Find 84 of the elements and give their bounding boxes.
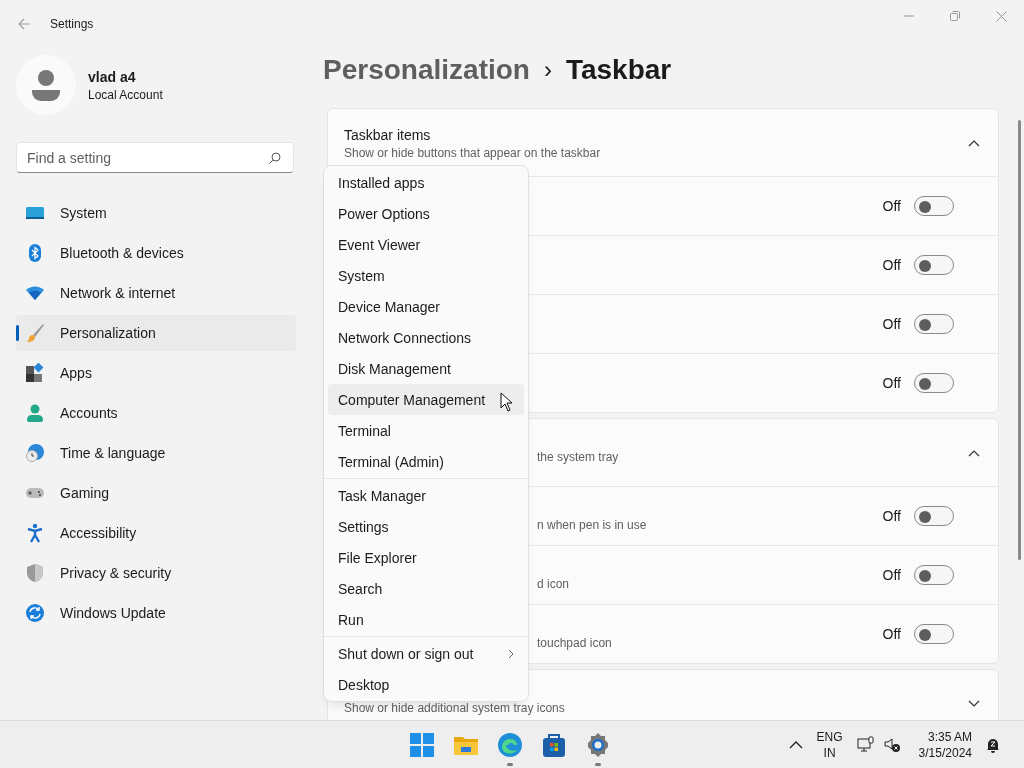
chevron-up-icon[interactable] xyxy=(968,138,980,147)
sidebar-item[interactable]: Accessibility xyxy=(16,515,296,551)
toggle-switch[interactable] xyxy=(914,624,954,644)
sidebar-item[interactable]: Windows Update xyxy=(16,595,296,631)
toggle-switch[interactable] xyxy=(914,255,954,275)
store-bag-icon xyxy=(541,732,567,758)
menu-item[interactable]: Disk Management xyxy=(328,353,524,384)
speaker-muted-icon[interactable] xyxy=(882,735,901,754)
close-icon xyxy=(995,10,1007,22)
menu-item[interactable]: Network Connections xyxy=(328,322,524,353)
menu-item[interactable]: Terminal (Admin) xyxy=(328,446,524,477)
account-name: vlad a4 xyxy=(88,68,137,85)
chevron-up-icon[interactable] xyxy=(968,448,980,457)
toggle-state: Off xyxy=(882,508,901,524)
menu-item[interactable]: File Explorer xyxy=(328,542,524,573)
scrollbar[interactable] xyxy=(1018,120,1021,560)
start-button xyxy=(409,732,435,758)
menu-item[interactable]: Shut down or sign out xyxy=(328,638,524,669)
apps-grid-icon xyxy=(25,363,45,383)
breadcrumb-separator: › xyxy=(543,56,552,84)
section-description: Show or hide buttons that appear on the taskbar xyxy=(344,146,602,160)
menu-item[interactable]: Computer Management xyxy=(328,384,524,415)
window-title: Settings xyxy=(50,17,94,31)
sidebar-item[interactable]: Gaming xyxy=(16,475,296,511)
globe-clock-icon xyxy=(25,443,45,463)
restore-icon xyxy=(950,11,960,21)
network-icon[interactable] xyxy=(856,735,875,754)
menu-item[interactable]: Settings xyxy=(328,511,524,542)
toggle-state: Off xyxy=(882,375,901,391)
menu-item[interactable]: Device Manager xyxy=(328,291,524,322)
sidebar-item[interactable]: Accounts xyxy=(16,395,296,431)
section-description: the system tray xyxy=(537,450,620,464)
chevron-down-icon[interactable] xyxy=(968,699,980,708)
person-icon xyxy=(25,403,45,423)
shield-icon xyxy=(25,563,45,583)
language-indicator[interactable]: ENG IN xyxy=(816,728,843,761)
cursor-icon xyxy=(500,392,513,412)
clock[interactable]: 3:35 AM 3/15/2024 xyxy=(918,728,972,761)
search-field[interactable]: Find a setting xyxy=(16,142,294,173)
toggle-switch[interactable] xyxy=(914,506,954,526)
sidebar-item[interactable]: System xyxy=(16,195,296,231)
language-code: ENG xyxy=(816,728,843,745)
sidebar-item[interactable]: Time & language xyxy=(16,435,296,471)
menu-item[interactable]: Desktop xyxy=(328,669,524,700)
setting-description: d icon xyxy=(537,577,571,591)
menu-item[interactable]: Power Options xyxy=(328,198,524,229)
sidebar-item[interactable]: Network & internet xyxy=(16,275,296,311)
setting-description: n when pen is in use xyxy=(537,518,648,532)
menu-item[interactable]: Search xyxy=(328,573,524,604)
menu-item[interactable]: Run xyxy=(328,604,524,635)
menu-item[interactable]: Terminal xyxy=(328,415,524,446)
page-title: Taskbar xyxy=(565,54,672,86)
sidebar-item[interactable]: Bluetooth & devices xyxy=(16,235,296,271)
toggle-switch[interactable] xyxy=(914,314,954,334)
setting-description: touchpad icon xyxy=(537,636,613,650)
section-description: Show or hide additional system tray icons xyxy=(344,701,566,715)
toggle-state: Off xyxy=(882,257,901,273)
breadcrumb-link[interactable]: Personalization xyxy=(323,54,530,86)
toggle-state: Off xyxy=(882,567,901,583)
browser-icon xyxy=(497,732,523,758)
toggle-switch[interactable] xyxy=(914,196,954,216)
menu-item[interactable]: Event Viewer xyxy=(328,229,524,260)
search-icon xyxy=(269,152,281,164)
toggle-state: Off xyxy=(882,626,901,642)
sidebar-item[interactable]: Privacy & security xyxy=(16,555,296,591)
toggle-switch[interactable] xyxy=(914,565,954,585)
region-code: IN xyxy=(823,744,836,761)
section-title: Taskbar items xyxy=(344,127,432,143)
sidebar-item[interactable]: Apps xyxy=(16,355,296,391)
sidebar-item[interactable]: Personalization xyxy=(16,315,296,351)
account-type: Local Account xyxy=(88,87,163,102)
menu-item[interactable]: System xyxy=(328,260,524,291)
menu-item[interactable]: Task Manager xyxy=(328,480,524,511)
clock-time: 3:35 AM xyxy=(927,728,972,745)
toggle-state: Off xyxy=(882,198,901,214)
toggle-state: Off xyxy=(882,316,901,332)
gear-icon xyxy=(585,732,611,758)
menu-item[interactable]: Installed apps xyxy=(328,167,524,198)
toggle-switch[interactable] xyxy=(914,373,954,393)
sync-arrows-icon xyxy=(25,603,45,623)
paintbrush-icon xyxy=(25,323,45,343)
accessibility-figure-icon xyxy=(25,523,45,543)
chevron-up-icon[interactable] xyxy=(788,740,803,749)
clock-date: 3/15/2024 xyxy=(918,744,972,761)
